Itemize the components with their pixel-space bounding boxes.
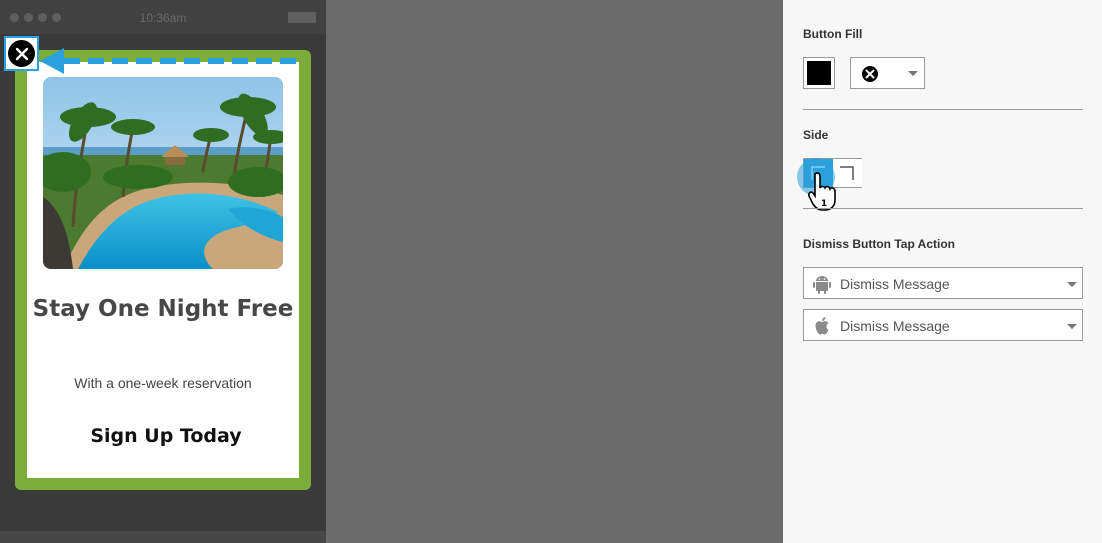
phone-bottom-bar — [0, 531, 326, 543]
android-action-value: Dismiss Message — [840, 276, 950, 292]
android-icon — [813, 276, 831, 294]
message-headline: Stay One Night Free — [32, 296, 294, 322]
message-subtitle: With a one-week reservation — [74, 375, 252, 391]
resort-photo — [43, 77, 283, 269]
android-dismiss-action-select[interactable]: Dismiss Message — [803, 267, 1083, 299]
button-fill-label: Button Fill — [803, 27, 863, 41]
divider — [803, 109, 1083, 110]
battery-icon — [288, 12, 316, 23]
ios-dismiss-action-select[interactable]: Dismiss Message — [803, 309, 1083, 341]
phone-status-bar: 10:36am — [0, 0, 326, 34]
apple-icon — [815, 317, 829, 335]
dismiss-action-label: Dismiss Button Tap Action — [803, 237, 956, 251]
close-icon-style-dropdown[interactable] — [850, 57, 925, 89]
sign-up-button[interactable]: Sign Up Today — [27, 425, 305, 447]
close-button[interactable] — [8, 40, 35, 67]
arrow-left-icon — [40, 48, 298, 74]
close-icon — [15, 47, 28, 60]
chevron-down-icon — [908, 71, 918, 76]
ios-action-value: Dismiss Message — [840, 318, 950, 334]
chevron-down-icon — [1067, 282, 1077, 287]
button-fill-color-swatch[interactable] — [803, 57, 835, 89]
close-icon — [862, 66, 878, 82]
side-label: Side — [803, 128, 829, 142]
divider — [803, 208, 1083, 209]
top-right-corner-icon — [840, 166, 854, 180]
status-time: 10:36am — [139, 11, 187, 25]
pointer-hand-icon: 1 — [808, 172, 836, 211]
swatch-fill — [807, 61, 831, 85]
chevron-down-icon — [1067, 324, 1077, 329]
